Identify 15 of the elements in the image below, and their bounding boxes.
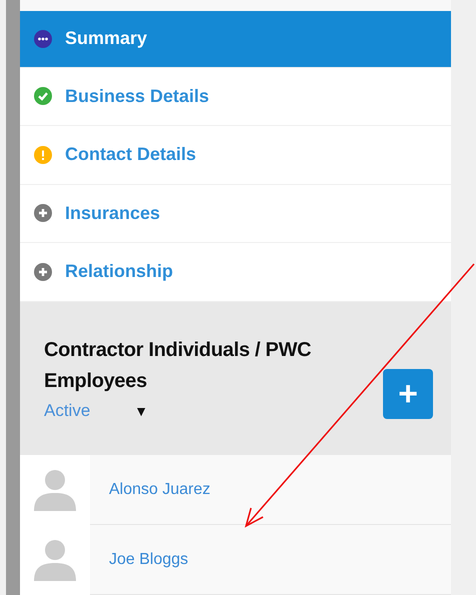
status-dropdown[interactable]: Active ▼ — [44, 401, 344, 421]
nav-item[interactable]: Business Details — [20, 68, 451, 126]
person-link[interactable]: Alonso Juarez — [109, 480, 210, 498]
nav-item[interactable]: Insurances — [20, 184, 451, 244]
nav-item[interactable]: Summary — [20, 10, 451, 68]
check-icon — [34, 87, 52, 106]
dots-icon — [34, 30, 52, 48]
section-title: Contractor Individuals / PWC Employees — [44, 338, 312, 394]
plus-icon — [34, 262, 52, 281]
avatar-icon — [32, 467, 78, 513]
person-link[interactable]: Joe Bloggs — [109, 550, 188, 568]
avatar-icon — [32, 537, 78, 583]
plus-icon — [34, 204, 52, 222]
warning-icon — [34, 146, 52, 164]
add-button[interactable]: + — [383, 369, 433, 419]
